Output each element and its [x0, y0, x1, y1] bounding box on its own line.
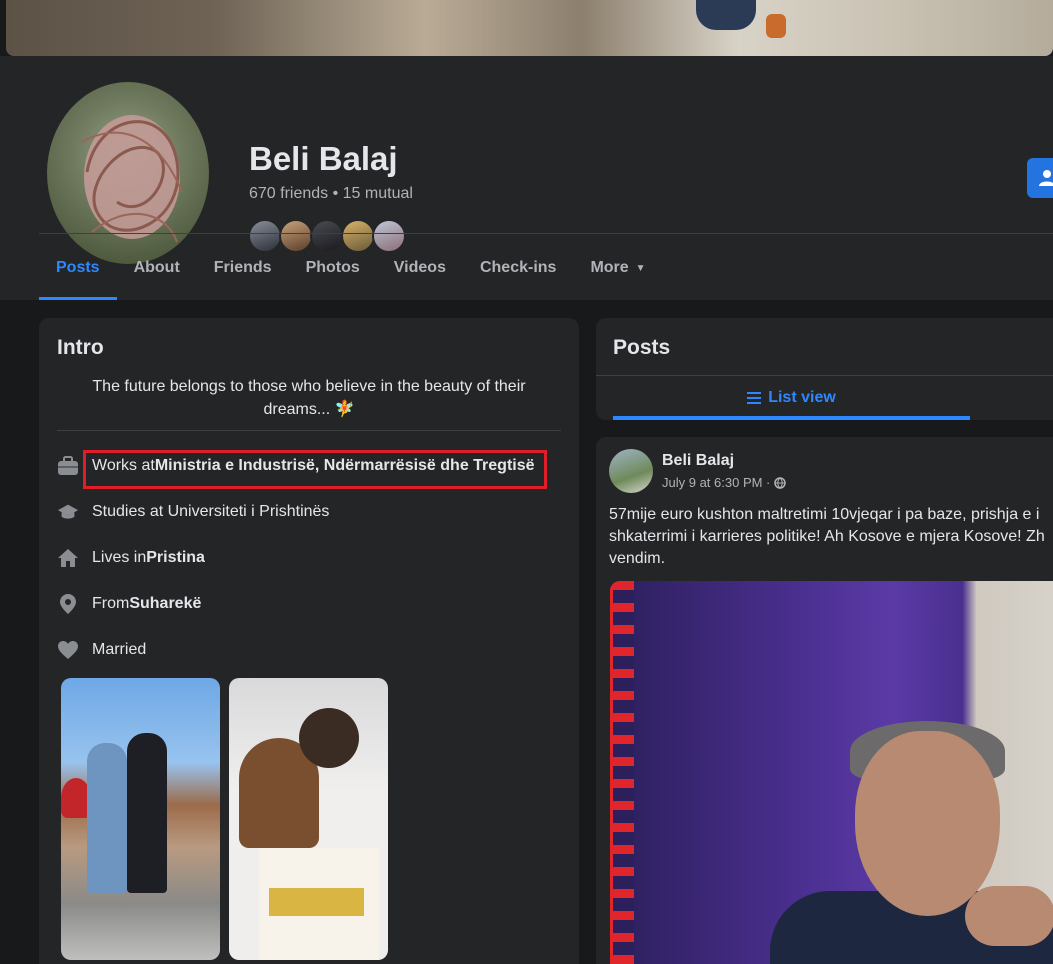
profile-name: Beli Balaj: [249, 140, 398, 177]
intro-divider: [57, 430, 561, 431]
intro-item-lives: Lives in Pristina: [57, 547, 205, 569]
post-author-name[interactable]: Beli Balaj: [662, 452, 734, 470]
tab-about[interactable]: About: [117, 236, 197, 300]
cover-photo[interactable]: [0, 0, 1053, 56]
intro-item-relationship: Married: [57, 639, 146, 661]
briefcase-icon: [57, 455, 79, 477]
education-text[interactable]: Studies at Universiteti i Prishtinës: [92, 503, 329, 521]
post-image[interactable]: [610, 581, 1053, 964]
friends-count[interactable]: 670 friends • 15 mutual: [249, 185, 413, 203]
location-pin-icon: [57, 593, 79, 615]
profile-tabs: Posts About Friends Photos Videos Check-…: [39, 236, 663, 300]
home-icon: [57, 547, 79, 569]
tab-friends[interactable]: Friends: [197, 236, 289, 300]
post-text: 57mije euro kushton maltretimi 10vjeqar …: [609, 506, 1045, 567]
redaction-scribble: [81, 115, 183, 243]
post-meta: July 9 at 6:30 PM ·: [662, 475, 787, 490]
list-view-tab[interactable]: List view: [613, 376, 970, 420]
posts-title: Posts: [613, 336, 671, 359]
add-friend-button[interactable]: [1027, 158, 1053, 198]
tab-check-ins[interactable]: Check-ins: [463, 236, 573, 300]
person-icon: [1039, 170, 1053, 186]
graduation-cap-icon: [57, 501, 79, 523]
tab-more[interactable]: More ▼: [573, 236, 662, 300]
post-author-avatar[interactable]: [609, 449, 653, 493]
tab-posts[interactable]: Posts: [39, 236, 117, 300]
intro-card: Intro The future belongs to those who be…: [39, 318, 579, 964]
featured-photo[interactable]: [229, 678, 388, 960]
heart-icon: [57, 639, 79, 661]
header-divider: [39, 233, 1053, 234]
highlight-annotation: [83, 450, 547, 489]
intro-item-from: From Suharekë: [57, 593, 201, 615]
intro-title: Intro: [57, 336, 104, 359]
intro-bio: The future belongs to those who believe …: [92, 378, 526, 418]
caret-down-icon: ▼: [635, 262, 646, 274]
tab-videos[interactable]: Videos: [377, 236, 463, 300]
hometown-link[interactable]: Suharekë: [129, 595, 201, 613]
featured-photo[interactable]: [61, 678, 220, 960]
relationship-text: Married: [92, 641, 147, 658]
list-icon: [747, 392, 762, 404]
lives-in-link[interactable]: Pristina: [146, 549, 205, 567]
post-timestamp[interactable]: July 9 at 6:30 PM ·: [662, 475, 770, 490]
tab-photos[interactable]: Photos: [289, 236, 377, 300]
intro-item-education: Studies at Universiteti i Prishtinës: [57, 501, 329, 523]
cover-image: [6, 0, 1053, 56]
posts-header-card: Posts List view: [596, 318, 1053, 420]
post-card: Beli Balaj July 9 at 6:30 PM · 57mije eu…: [596, 437, 1053, 964]
globe-icon: [774, 476, 787, 489]
